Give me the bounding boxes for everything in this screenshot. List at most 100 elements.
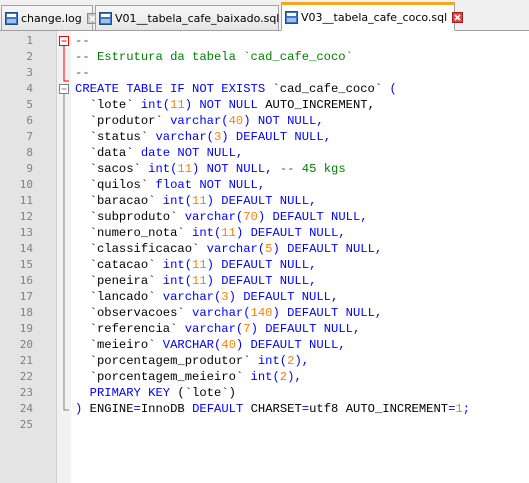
code-token: 40 [228, 114, 244, 128]
code-token: ) DEFAULT NULL, [206, 274, 317, 288]
line-number: 15 [19, 258, 33, 271]
code-line[interactable]: 24) ENGINE=InnoDB DEFAULT CHARSET=utf8 A… [0, 401, 529, 417]
code-text: `catacao` int(11) DEFAULT NULL, [75, 257, 317, 273]
code-line[interactable]: 7 `status` varchar(3) DEFAULT NULL, [0, 129, 529, 145]
code-line[interactable]: 5 `lote` int(11) NOT NULL AUTO_INCREMENT… [0, 97, 529, 113]
code-token: utf8 [309, 402, 346, 416]
code-token: 11 [192, 194, 207, 208]
line-number: 6 [26, 114, 33, 127]
line-number: 13 [19, 226, 33, 239]
line-number: 19 [19, 322, 33, 335]
code-token: `data` [75, 146, 141, 160]
code-line[interactable]: 17 `lancado` varchar(3) DEFAULT NULL, [0, 289, 529, 305]
code-token: int( [148, 162, 178, 176]
code-token: `baracao` [75, 194, 163, 208]
code-text: `status` varchar(3) DEFAULT NULL, [75, 129, 331, 145]
code-line[interactable]: 15 `catacao` int(11) DEFAULT NULL, [0, 257, 529, 273]
code-text: `sacos` int(11) NOT NULL, -- 45 kgs [75, 161, 346, 177]
code-token: `meieiro` [75, 338, 163, 352]
code-token: ), [294, 354, 310, 368]
code-token: varchar( [162, 290, 222, 304]
code-token: 11 [221, 226, 236, 240]
tab-label: change.log [21, 11, 82, 25]
code-token: ) DEFAULT NULL, [272, 242, 383, 256]
code-token: AUTO_INCREMENT [345, 402, 449, 416]
code-token: ), [287, 370, 302, 384]
line-number: 25 [19, 418, 33, 431]
code-token: int( [162, 258, 193, 272]
code-line[interactable]: 4 CREATE TABLE IF NOT EXISTS `cad_cafe_co… [0, 81, 529, 97]
code-line[interactable]: 9 `sacos` int(11) NOT NULL, -- 45 kgs [0, 161, 529, 177]
code-token: (`lote`) [177, 386, 236, 400]
code-token: ) NOT NULL, [243, 114, 324, 128]
code-line[interactable]: 13 `numero_nota` int(11) DEFAULT NULL, [0, 225, 529, 241]
line-number: 7 [26, 130, 33, 143]
tab-v01-tabela-cafe-baixado[interactable]: V01__tabela_cafe_baixado.sql [95, 5, 296, 30]
tab-v03-tabela-cafe-coco[interactable]: V03__tabela_cafe_coco.sql [281, 2, 464, 31]
code-line[interactable]: 23 PRIMARY KEY (`lote`) [0, 385, 529, 401]
line-number: 3 [26, 66, 33, 79]
code-line[interactable]: 6 `produtor` varchar(40) NOT NULL, [0, 113, 529, 129]
code-token: -- Estrutura da tabela `cad_cafe_coco` [75, 50, 353, 64]
code-token: `produtor` [75, 114, 171, 128]
code-token: ) DEFAULT NULL, [257, 210, 368, 224]
code-token: int( [250, 370, 280, 384]
code-text: `subproduto` varchar(70) DEFAULT NULL, [75, 209, 368, 225]
code-token: `catacao` [75, 258, 163, 272]
code-line[interactable]: 1 -- [0, 33, 529, 49]
code-line[interactable]: 20 `meieiro` VARCHAR(40) DEFAULT NULL, [0, 337, 529, 353]
code-token: = [301, 402, 310, 416]
code-token: `sacos` [75, 162, 149, 176]
code-line[interactable]: 19 `referencia` varchar(7) DEFAULT NULL, [0, 321, 529, 337]
code-token: varchar( [192, 306, 251, 320]
tab-label: V01__tabela_cafe_baixado.sql [115, 11, 280, 25]
line-number: 11 [19, 194, 33, 207]
code-token: DEFAULT [192, 402, 251, 416]
code-line[interactable]: 16 `peneira` int(11) DEFAULT NULL, [0, 273, 529, 289]
code-line[interactable]: 14 `classificacao` varchar(5) DEFAULT NU… [0, 241, 529, 257]
code-text: `quilos` float NOT NULL, [75, 177, 266, 193]
code-token: -- [75, 34, 90, 48]
code-token: `porcentagem_meieiro` [75, 370, 251, 384]
line-number: 5 [26, 98, 33, 111]
code-token: ( [382, 82, 397, 96]
code-editor[interactable]: 1 -- 2 -- Estrutura da tabela `cad_cafe_coc… [0, 31, 529, 483]
code-token: 1 [455, 402, 463, 416]
code-text: `meieiro` VARCHAR(40) DEFAULT NULL, [75, 337, 346, 353]
code-line[interactable]: 3 -- [0, 65, 529, 81]
line-number: 2 [26, 50, 33, 63]
code-token: varchar( [170, 114, 229, 128]
tab-change-log[interactable]: change.log [1, 5, 98, 30]
code-line[interactable]: 12 `subproduto` varchar(70) DEFAULT NULL… [0, 209, 529, 225]
code-line[interactable]: 21 `porcentagem_produtor` int(2), [0, 353, 529, 369]
code-token: ) DEFAULT NULL, [228, 290, 339, 304]
code-token: int( [162, 274, 193, 288]
line-number: 21 [19, 354, 33, 367]
code-text: PRIMARY KEY (`lote`) [75, 385, 236, 401]
code-line[interactable]: 22 `porcentagem_meieiro` int(2), [0, 369, 529, 385]
code-line[interactable]: 8 `data` date NOT NULL, [0, 145, 529, 161]
code-token: `referencia` [75, 322, 185, 336]
code-line[interactable]: 11 `baracao` int(11) DEFAULT NULL, [0, 193, 529, 209]
code-token: -- [75, 66, 90, 80]
code-text: `peneira` int(11) DEFAULT NULL, [75, 273, 317, 289]
line-number: 9 [26, 162, 33, 175]
code-line[interactable]: 18 `observacoes` varchar(140) DEFAULT NU… [0, 305, 529, 321]
line-number: 24 [19, 402, 33, 415]
line-number: 8 [26, 146, 33, 159]
code-token: 7 [243, 322, 251, 336]
code-line[interactable]: 25 [0, 417, 529, 433]
line-number: 16 [19, 274, 33, 287]
code-token: ) DEFAULT NULL, [221, 130, 332, 144]
code-line[interactable]: 2 -- Estrutura da tabela `cad_cafe_coco` [0, 49, 529, 65]
code-token: ) [75, 402, 90, 416]
code-text: `porcentagem_meieiro` int(2), [75, 369, 302, 385]
code-token: int( [140, 98, 171, 112]
close-icon[interactable] [452, 12, 464, 23]
code-token: varchar( [184, 210, 244, 224]
code-line[interactable]: 10 `quilos` float NOT NULL, [0, 177, 529, 193]
code-token: ) DEFAULT NULL, [206, 258, 317, 272]
code-token: `status` [75, 130, 156, 144]
code-token: AUTO_INCREMENT, [265, 98, 375, 112]
code-text: `numero_nota` int(11) DEFAULT NULL, [75, 225, 346, 241]
